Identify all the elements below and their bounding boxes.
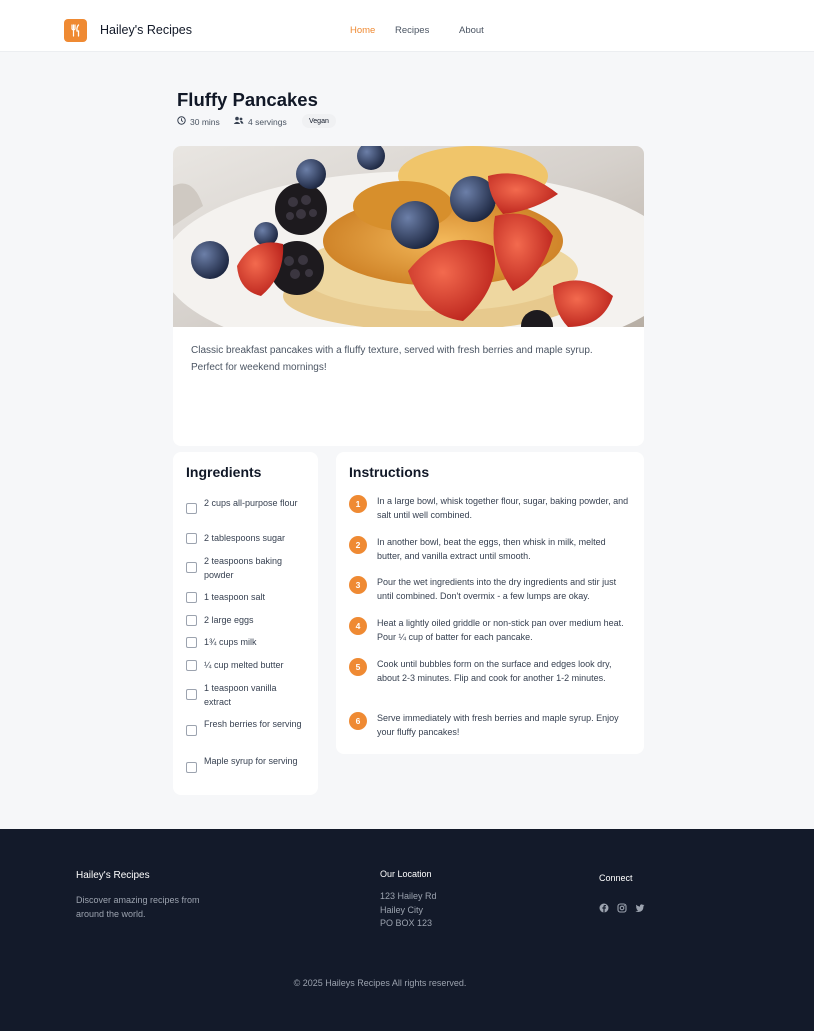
ingredient-label: 2 tablespoons sugar (204, 533, 286, 543)
connect-title: Connect (599, 873, 633, 883)
social-links (599, 903, 645, 913)
recipe-servings-label: 4 servings (248, 116, 287, 127)
ingredient-checkbox[interactable] (186, 725, 197, 736)
footer-brand: Hailey's Recipes (76, 870, 150, 881)
instruction-step: 6 Serve immediately with fresh berries a… (349, 712, 633, 739)
ingredient-checkbox[interactable] (186, 637, 197, 648)
ingredient-item[interactable]: Maple syrup for serving (186, 755, 304, 773)
address-line: Hailey City (380, 905, 424, 915)
step-text: In another bowl, beat the eggs, then whi… (377, 537, 606, 561)
address-line: PO BOX 123 (380, 918, 433, 928)
ingredient-checkbox[interactable] (186, 533, 197, 544)
ingredient-label: Maple syrup for serving (204, 756, 298, 766)
diet-tag: Vegan (302, 114, 336, 128)
ingredient-item[interactable]: Fresh berries for serving (186, 718, 304, 736)
recipe-servings: 4 servings (233, 116, 287, 127)
ingredient-label: 1 teaspoon vanilla extract (204, 683, 277, 707)
instructions-card: Instructions 1 In a large bowl, whisk to… (336, 452, 644, 754)
site-footer: Hailey's Recipes Discover amazing recipe… (0, 829, 814, 1031)
location-title: Our Location (380, 869, 432, 879)
ingredient-label: 1 teaspoon salt (204, 592, 266, 602)
ingredient-label: 2 teaspoons baking powder (204, 556, 283, 580)
ingredient-label: Fresh berries for serving (204, 719, 302, 729)
recipe-time-label: 30 mins (190, 116, 220, 127)
ingredients-card: Ingredients 2 cups all-purpose flour 2 t… (173, 452, 318, 795)
nav-recipes[interactable]: Recipes (395, 25, 429, 36)
ingredient-label: 2 cups all-purpose flour (204, 498, 298, 508)
ingredient-item[interactable]: 1 teaspoon salt (186, 591, 304, 605)
footer-tagline: Discover amazing recipes from around the… (76, 895, 200, 919)
ingredient-item[interactable]: 1¾ cups milk (186, 636, 304, 650)
ingredient-item[interactable]: 1 teaspoon vanilla extract (186, 682, 304, 709)
ingredient-item[interactable]: 2 cups all-purpose flour (186, 497, 304, 514)
ingredient-checkbox[interactable] (186, 689, 197, 700)
instruction-step: 4 Heat a lightly oiled griddle or non-st… (349, 617, 633, 644)
step-number: 5 (349, 658, 367, 676)
brand-name[interactable]: Hailey's Recipes (100, 23, 192, 37)
facebook-icon[interactable] (599, 903, 609, 913)
step-number: 4 (349, 617, 367, 635)
ingredient-item[interactable]: 2 tablespoons sugar (186, 532, 304, 546)
step-text: Heat a lightly oiled griddle or non-stic… (377, 618, 624, 642)
instruction-step: 5 Cook until bubbles form on the surface… (349, 658, 633, 685)
instructions-heading: Instructions (349, 464, 430, 480)
users-icon (233, 116, 244, 127)
fork-knife-icon[interactable] (64, 19, 87, 42)
nav-home[interactable]: Home (350, 25, 375, 36)
nav-about[interactable]: About (459, 25, 484, 36)
ingredient-checkbox[interactable] (186, 615, 197, 626)
address-line: 123 Hailey Rd (380, 891, 437, 901)
ingredient-item[interactable]: 2 large eggs (186, 614, 304, 628)
ingredient-label: 2 large eggs (204, 615, 254, 625)
recipe-title: Fluffy Pancakes (177, 89, 318, 110)
step-number: 3 (349, 576, 367, 594)
ingredient-checkbox[interactable] (186, 562, 197, 573)
step-number: 1 (349, 495, 367, 513)
instruction-step: 1 In a large bowl, whisk together flour,… (349, 495, 633, 522)
ingredient-label: 1¾ cups milk (204, 637, 257, 647)
site-header: Hailey's Recipes Home Recipes About (0, 0, 814, 52)
step-text: Cook until bubbles form on the surface a… (377, 659, 612, 683)
recipe-description: Classic breakfast pancakes with a fluffy… (191, 345, 593, 373)
recipe-time: 30 mins (177, 116, 220, 127)
ingredient-item[interactable]: ¼ cup melted butter (186, 659, 304, 673)
copyright: © 2025 Haileys Recipes All rights reserv… (293, 978, 467, 988)
recipe-card: Classic breakfast pancakes with a fluffy… (173, 146, 644, 446)
instagram-icon[interactable] (617, 903, 627, 913)
ingredient-label: ¼ cup melted butter (204, 660, 284, 670)
step-number: 2 (349, 536, 367, 554)
clock-icon (177, 116, 186, 127)
pancake-photo (173, 146, 644, 327)
ingredient-checkbox[interactable] (186, 503, 197, 514)
step-text: Pour the wet ingredients into the dry in… (377, 577, 617, 601)
ingredients-heading: Ingredients (186, 464, 262, 480)
step-text: Serve immediately with fresh berries and… (377, 713, 619, 737)
ingredient-checkbox[interactable] (186, 660, 197, 671)
instruction-step: 2 In another bowl, beat the eggs, then w… (349, 536, 633, 563)
step-number: 6 (349, 712, 367, 730)
ingredient-checkbox[interactable] (186, 762, 197, 773)
twitter-icon[interactable] (635, 903, 645, 913)
step-text: In a large bowl, whisk together flour, s… (377, 496, 629, 520)
instruction-step: 3 Pour the wet ingredients into the dry … (349, 576, 633, 603)
ingredient-item[interactable]: 2 teaspoons baking powder (186, 555, 304, 582)
ingredient-checkbox[interactable] (186, 592, 197, 603)
